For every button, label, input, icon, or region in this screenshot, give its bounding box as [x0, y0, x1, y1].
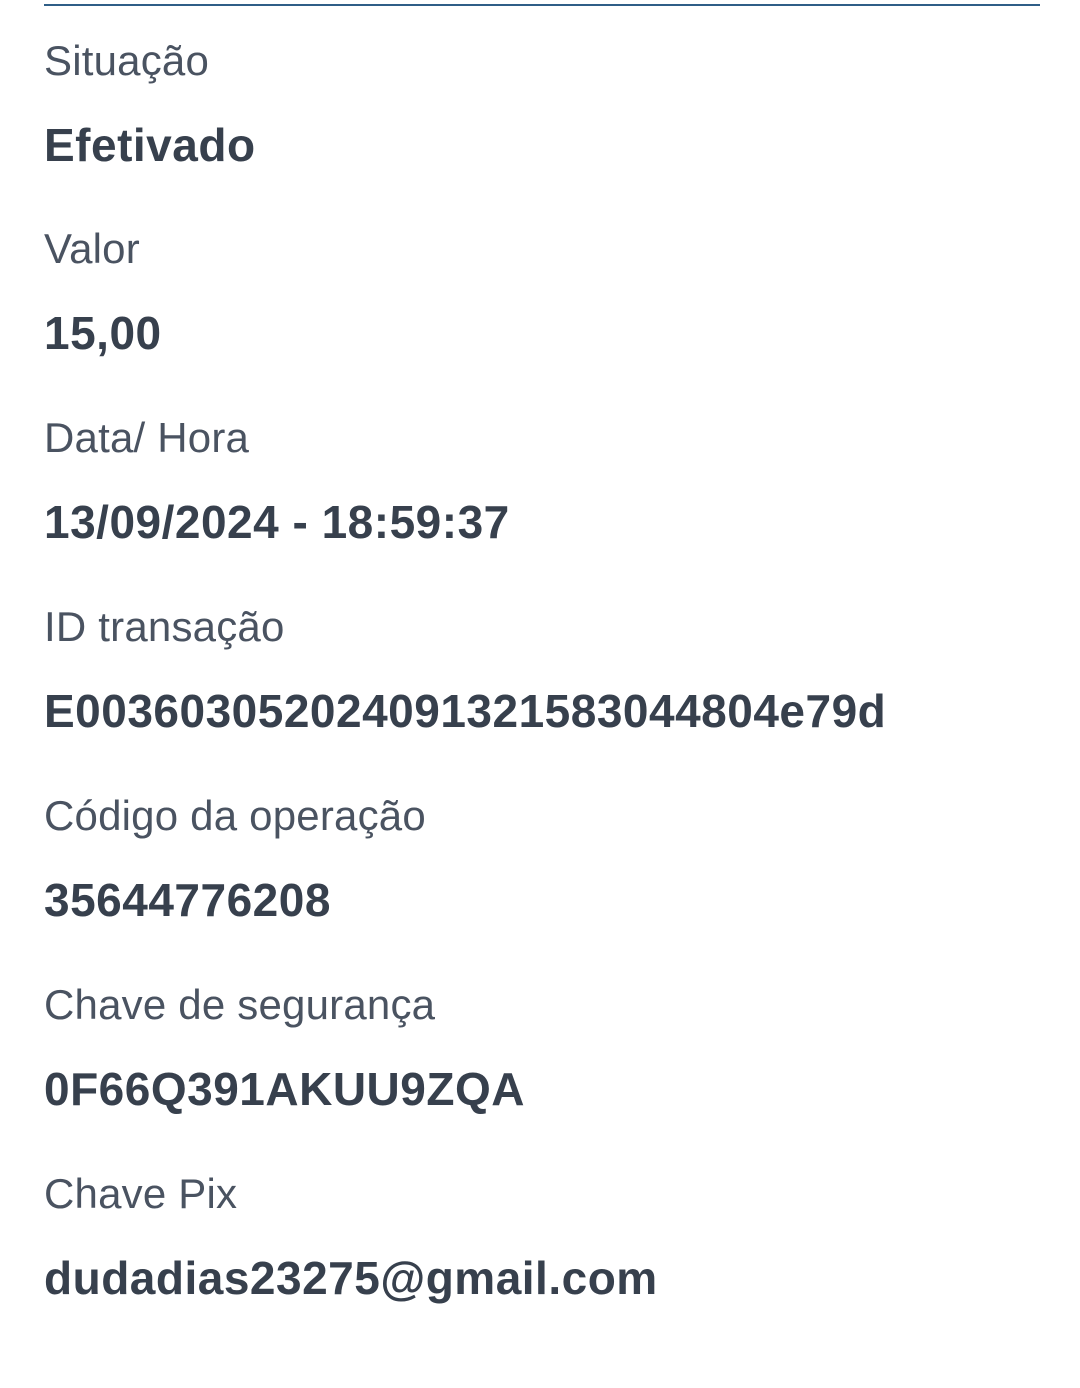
status-label: Situação [44, 37, 210, 84]
amount-value: 15,00 [44, 307, 162, 359]
transaction-id-value: E003603052024091321583044804e79d [44, 685, 887, 737]
operation-code-label: Código da operação [44, 792, 426, 839]
operation-code-value: 35644776208 [44, 874, 331, 926]
security-key-value: 0F66Q391AKUU9ZQA [44, 1063, 525, 1115]
status-value: Efetivado [44, 119, 256, 171]
pix-key-value: dudadias23275@gmail.com [44, 1252, 658, 1304]
datetime-label: Data/ Hora [44, 414, 250, 461]
amount-label: Valor [44, 225, 140, 272]
security-key-label: Chave de segurança [44, 981, 436, 1028]
pix-key-label: Chave Pix [44, 1170, 238, 1217]
datetime-value: 13/09/2024 - 18:59:37 [44, 496, 510, 548]
transaction-id-label: ID transação [44, 603, 285, 650]
top-divider [44, 4, 1040, 6]
